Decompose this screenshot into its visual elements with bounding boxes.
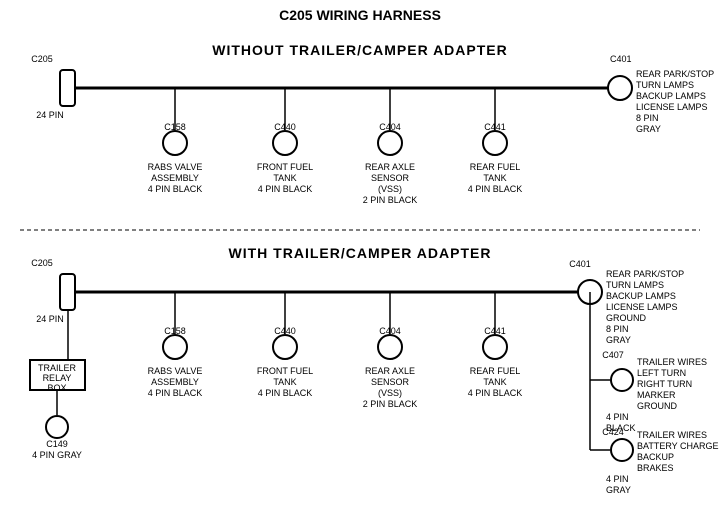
section1-c404-desc3: (VSS)	[378, 184, 402, 194]
section2-c205-label: C205	[31, 258, 53, 268]
section2-c404-desc4: 2 PIN BLACK	[363, 399, 418, 409]
section2-c440-label: C440	[274, 326, 296, 336]
section1-title: WITHOUT TRAILER/CAMPER ADAPTER	[212, 42, 507, 58]
section1-c404-desc4: 2 PIN BLACK	[363, 195, 418, 205]
section1-c440-circle	[273, 131, 297, 155]
section2-c404-desc3: (VSS)	[378, 388, 402, 398]
section1-left-rect	[60, 70, 75, 106]
section2-c401-label: C401	[569, 259, 591, 269]
c407-label: C407	[602, 350, 624, 360]
section1-c441-desc1: REAR FUEL	[470, 162, 521, 172]
trailer-relay-label2: RELAY	[43, 373, 72, 383]
section1-c404-desc1: REAR AXLE	[365, 162, 415, 172]
section2-c440-desc2: TANK	[273, 377, 296, 387]
section2-c440-desc1: FRONT FUEL	[257, 366, 313, 376]
section2-c441-desc1: REAR FUEL	[470, 366, 521, 376]
trailer-relay-label1: TRAILER	[38, 363, 77, 373]
c424-desc3: BACKUP	[637, 452, 674, 462]
section2-c441-circle	[483, 335, 507, 359]
section1-c404-label: C404	[379, 122, 401, 132]
c424-label: C424	[602, 427, 624, 437]
section1-c441-desc2: TANK	[483, 173, 506, 183]
section1-c440-desc1: FRONT FUEL	[257, 162, 313, 172]
section2-c158-desc1: RABS VALVE	[148, 366, 203, 376]
section2-c404-circle	[378, 335, 402, 359]
section1-c158-desc3: 4 PIN BLACK	[148, 184, 203, 194]
section1-c404-desc2: SENSOR	[371, 173, 410, 183]
c407-desc5: GROUND	[637, 401, 677, 411]
section1-c205-pin: 24 PIN	[36, 110, 64, 120]
section1-c440-label: C440	[274, 122, 296, 132]
c424-circle	[611, 439, 633, 461]
c424-pin: 4 PIN	[606, 474, 629, 484]
section2-c158-label: C158	[164, 326, 186, 336]
section1-c401-pin: 8 PIN	[636, 113, 659, 123]
section1-c440-desc2: TANK	[273, 173, 296, 183]
c424-desc4: BRAKES	[637, 463, 674, 473]
section1-c441-circle	[483, 131, 507, 155]
section1-c440-desc3: 4 PIN BLACK	[258, 184, 313, 194]
c424-color: GRAY	[606, 485, 631, 495]
section1-c158-desc2: ASSEMBLY	[151, 173, 199, 183]
section2-c401-color: GRAY	[606, 335, 631, 345]
section2-c401-desc4: LICENSE LAMPS	[606, 302, 678, 312]
section1-c401-desc4: LICENSE LAMPS	[636, 102, 708, 112]
section2-c404-desc2: SENSOR	[371, 377, 410, 387]
section2-c401-desc5: GROUND	[606, 313, 646, 323]
section1-c401-desc1: REAR PARK/STOP	[636, 69, 714, 79]
section2-c441-desc3: 4 PIN BLACK	[468, 388, 523, 398]
c424-desc1: TRAILER WIRES	[637, 430, 707, 440]
section1-c441-desc3: 4 PIN BLACK	[468, 184, 523, 194]
section2-c401-desc2: TURN LAMPS	[606, 280, 664, 290]
c407-desc4: MARKER	[637, 390, 676, 400]
c407-circle	[611, 369, 633, 391]
section1-c441-label: C441	[484, 122, 506, 132]
main-title: C205 WIRING HARNESS	[279, 7, 441, 23]
section1-c158-circle	[163, 131, 187, 155]
section1-c401-color: GRAY	[636, 124, 661, 134]
section2-c440-desc3: 4 PIN BLACK	[258, 388, 313, 398]
section2-c158-desc3: 4 PIN BLACK	[148, 388, 203, 398]
section2-c404-label: C404	[379, 326, 401, 336]
section2-c404-desc1: REAR AXLE	[365, 366, 415, 376]
section2-c401-desc3: BACKUP LAMPS	[606, 291, 676, 301]
section1-c404-circle	[378, 131, 402, 155]
section2-c401-desc1: REAR PARK/STOP	[606, 269, 684, 279]
c149-circle	[46, 416, 68, 438]
section2-c441-label: C441	[484, 326, 506, 336]
c407-desc2: LEFT TURN	[637, 368, 686, 378]
c407-desc3: RIGHT TURN	[637, 379, 692, 389]
section1-c401-desc2: TURN LAMPS	[636, 80, 694, 90]
section2-title: WITH TRAILER/CAMPER ADAPTER	[229, 245, 492, 261]
section2-c205-pin: 24 PIN	[36, 314, 64, 324]
section1-right-circle	[608, 76, 632, 100]
section2-c440-circle	[273, 335, 297, 359]
c149-pin: 4 PIN GRAY	[32, 450, 82, 460]
c407-pin: 4 PIN	[606, 412, 629, 422]
c407-desc1: TRAILER WIRES	[637, 357, 707, 367]
section2-c158-desc2: ASSEMBLY	[151, 377, 199, 387]
section1-c205-label: C205	[31, 54, 53, 64]
c424-desc2: BATTERY CHARGE	[637, 441, 719, 451]
c149-label: C149	[46, 439, 68, 449]
section1-c158-label: C158	[164, 122, 186, 132]
section2-c401-pin: 8 PIN	[606, 324, 629, 334]
diagram-container: C205 WIRING HARNESS WITHOUT TRAILER/CAMP…	[0, 0, 720, 517]
section1-c158-desc1: RABS VALVE	[148, 162, 203, 172]
section1-c401-desc3: BACKUP LAMPS	[636, 91, 706, 101]
section2-c441-desc2: TANK	[483, 377, 506, 387]
section2-c158-circle	[163, 335, 187, 359]
section1-c401-label: C401	[610, 54, 632, 64]
section2-left-rect	[60, 274, 75, 310]
